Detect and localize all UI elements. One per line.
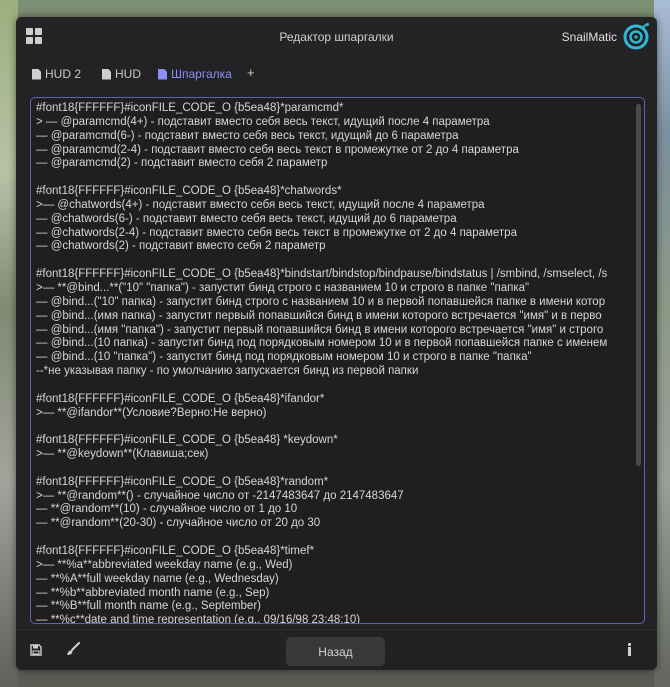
editor-line: #font18{FFFFFF}#iconFILE_CODE_O {b5ea48}… <box>36 475 329 488</box>
save-icon[interactable] <box>30 644 42 656</box>
editor-line: — @bind...("10" папка) - запустит бинд с… <box>36 295 606 308</box>
editor-line: #font18{FFFFFF}#iconFILE_CODE_O {b5ea48}… <box>36 545 315 557</box>
editor-line: — @chatwords(2) - подставит вместо себя … <box>36 240 326 253</box>
snail-logo-icon <box>623 23 649 50</box>
cheatsheet-editor-window: Редактор шпаргалки SnailMatic HUD 2 HUD … <box>16 17 657 670</box>
back-button[interactable]: Назад <box>286 637 385 666</box>
editor-line: — **%B**full month name (e.g., September… <box>36 600 261 613</box>
tab-label: Шпаргалка <box>171 67 232 81</box>
editor-line: — @bind...(имя папка) - запустит первый … <box>36 309 602 322</box>
editor-line: — @bind...(10 "папка") - запустит бинд п… <box>36 351 532 364</box>
info-icon[interactable] <box>626 642 634 658</box>
tab-hud-2[interactable]: HUD 2 <box>32 66 81 82</box>
editor-line: — @bind...(10 папка) - запустит бинд под… <box>36 337 608 350</box>
tab-label: HUD <box>115 67 141 81</box>
footer-bar: Назад <box>16 629 657 670</box>
editor-line: — **@random**(20-30) - случайное число о… <box>36 517 321 530</box>
editor-scrollbar[interactable] <box>636 104 641 466</box>
editor-line: — @chatwords(6-) - подставит вместо себя… <box>36 212 457 225</box>
editor-line: — **%A**full weekday name (e.g., Wednesd… <box>36 572 279 585</box>
editor-line: — @paramcmd(6-) - подставит вместо себя … <box>36 129 459 142</box>
editor-line: >— **@keydown**(Клавиша;сек) <box>36 448 209 461</box>
editor-line: — @paramcmd(2) - подставит вместо себя 2… <box>36 157 328 170</box>
editor-line: #font18{FFFFFF}#iconFILE_CODE_O {b5ea48}… <box>36 268 608 281</box>
brush-icon[interactable] <box>66 642 80 656</box>
editor-line: — **@random**(10) - случайное число от 1… <box>36 503 298 516</box>
title-bar: Редактор шпаргалки SnailMatic <box>16 17 657 57</box>
editor-line: >— **%a**abbreviated weekday name (e.g.,… <box>36 558 293 571</box>
tab-label: HUD 2 <box>45 67 82 81</box>
document-icon <box>158 68 167 80</box>
add-tab-button[interactable]: + <box>247 65 255 80</box>
tab-hud[interactable]: HUD <box>102 66 141 82</box>
editor-content: #font18{FFFFFF}#iconFILE_CODE_O {b5ea48}… <box>36 102 631 624</box>
editor-line: — @chatwords(2-4) - подставит вместо себ… <box>36 226 517 239</box>
editor-line: > — @paramcmd(4+) - подставит вместо себ… <box>36 115 490 128</box>
editor-line: >— @chatwords(4+) - подставит вместо себ… <box>36 198 485 211</box>
editor-line: — **%c**date and time representation (e.… <box>36 614 361 624</box>
editor-line: #font18{FFFFFF}#iconFILE_CODE_O {b5ea48}… <box>36 434 338 447</box>
tab-bar: HUD 2 HUD Шпаргалка + <box>16 57 657 89</box>
document-icon <box>102 68 111 80</box>
editor-line: >— **@bind...**("10" "папка") - запустит… <box>36 281 530 294</box>
cheatsheet-text-editor[interactable]: #font18{FFFFFF}#iconFILE_CODE_O {b5ea48}… <box>30 97 645 624</box>
document-icon <box>32 68 41 80</box>
tab-cheatsheet[interactable]: Шпаргалка <box>158 66 232 82</box>
editor-line: — @bind...(имя "папка") - запустит первы… <box>36 323 604 336</box>
editor-line: #font18{FFFFFF}#iconFILE_CODE_O {b5ea48}… <box>36 185 342 198</box>
brand-name: SnailMatic <box>561 30 617 44</box>
editor-line: — @paramcmd(2-4) - подставит вместо себя… <box>36 143 519 156</box>
editor-line: — **%b**abbreviated month name (e.g., Se… <box>36 586 270 599</box>
editor-line: >— **@ifandor**(Условие?Верно:Не верно) <box>36 406 267 419</box>
editor-line: #font18{FFFFFF}#iconFILE_CODE_O {b5ea48}… <box>36 102 344 114</box>
editor-line: #font18{FFFFFF}#iconFILE_CODE_O {b5ea48}… <box>36 392 325 405</box>
editor-line: >— **@random**() - случайное число от -2… <box>36 489 404 502</box>
editor-line: --*не указывая папку - по умолчанию запу… <box>36 365 419 378</box>
